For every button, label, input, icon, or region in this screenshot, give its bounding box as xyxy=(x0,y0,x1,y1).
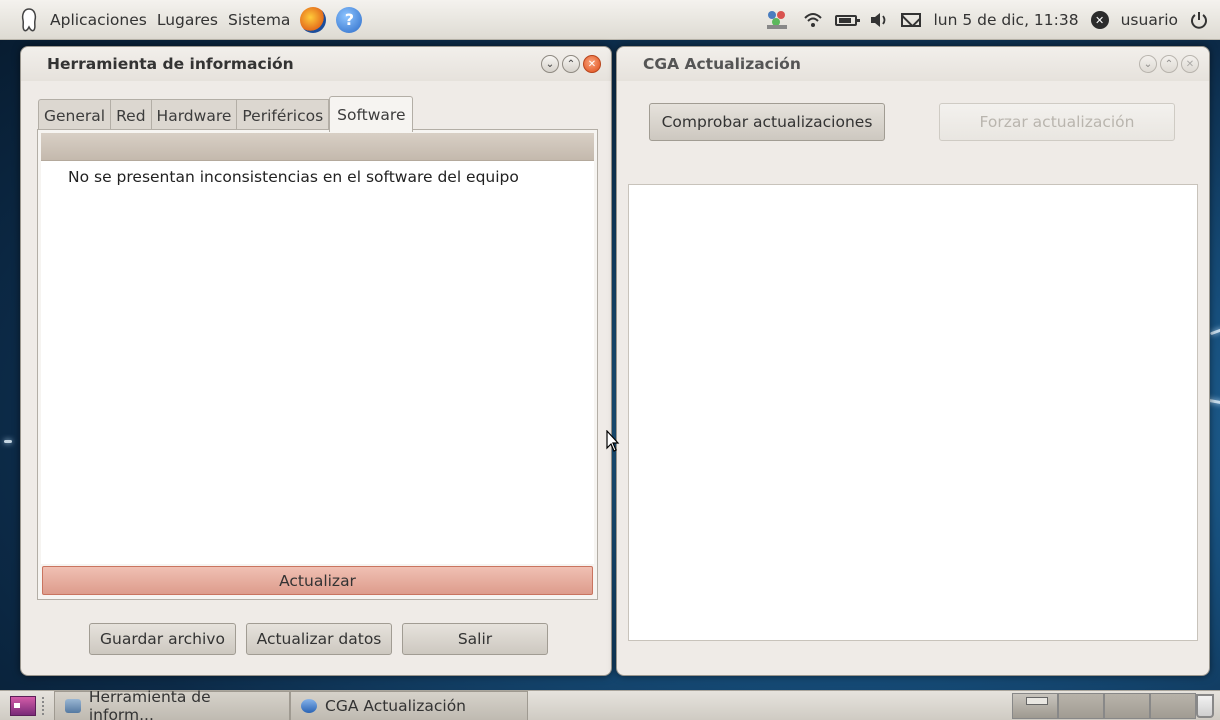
update-app-icon xyxy=(301,698,317,713)
taskbar-item-cga-update[interactable]: CGA Actualización xyxy=(290,690,528,720)
window-title: Herramienta de información xyxy=(47,55,294,73)
update-log-area[interactable] xyxy=(628,184,1198,641)
clock[interactable]: lun 5 de dic, 11:38 xyxy=(933,11,1078,29)
list-item: No se presentan inconsistencias en el so… xyxy=(68,168,519,186)
workspace-1[interactable] xyxy=(1012,693,1058,719)
task-label: Herramienta de inform... xyxy=(88,687,211,720)
task-label: CGA Actualización xyxy=(325,696,466,715)
minimize-button[interactable]: ⌄ xyxy=(541,55,559,73)
close-button[interactable]: ✕ xyxy=(1181,55,1199,73)
show-desktop-icon[interactable] xyxy=(10,695,36,716)
close-button[interactable]: ✕ xyxy=(583,55,601,73)
workspace-4[interactable] xyxy=(1150,693,1196,719)
tab-red[interactable]: Red xyxy=(111,99,152,131)
battery-icon[interactable] xyxy=(835,14,861,26)
workspace-switcher xyxy=(1012,693,1196,719)
workspace-3[interactable] xyxy=(1104,693,1150,719)
network-users-icon[interactable] xyxy=(763,9,791,31)
volume-icon[interactable] xyxy=(869,12,889,28)
minimize-button[interactable]: ⌄ xyxy=(1139,55,1157,73)
save-file-button[interactable]: Guardar archivo xyxy=(89,623,236,655)
app-window-icon xyxy=(65,698,81,713)
menu-lugares[interactable]: Lugares xyxy=(157,11,218,29)
top-panel: Aplicaciones Lugares Sistema ? lun 5 de … xyxy=(0,0,1220,40)
taskbar-item-info-tool[interactable]: Herramienta de inform... xyxy=(54,687,290,720)
menu-aplicaciones[interactable]: Aplicaciones xyxy=(50,11,147,29)
cga-update-window: CGA Actualización ⌄ ⌃ ✕ Comprobar actual… xyxy=(616,46,1210,676)
check-updates-button[interactable]: Comprobar actualizaciones xyxy=(649,103,885,141)
update-data-button[interactable]: Actualizar datos xyxy=(246,623,392,655)
software-tab-panel: No se presentan inconsistencias en el so… xyxy=(37,129,598,600)
mouse-cursor-icon xyxy=(606,430,620,452)
wallpaper-streak xyxy=(4,440,12,443)
panel-grip xyxy=(42,696,48,715)
exit-button[interactable]: Salir xyxy=(402,623,548,655)
workspace-2[interactable] xyxy=(1058,693,1104,719)
user-menu[interactable]: usuario xyxy=(1121,11,1178,29)
mail-icon[interactable] xyxy=(901,13,922,27)
gnome-foot-icon[interactable] xyxy=(18,7,40,33)
maximize-button[interactable]: ⌃ xyxy=(1160,55,1178,73)
window-title: CGA Actualización xyxy=(643,55,801,73)
firefox-icon[interactable] xyxy=(300,6,327,33)
tab-bar: General Red Hardware Periféricos Softwar… xyxy=(38,95,414,132)
info-tool-window: Herramienta de información ⌄ ⌃ ✕ General… xyxy=(20,46,612,676)
list-header xyxy=(41,133,594,161)
maximize-button[interactable]: ⌃ xyxy=(562,55,580,73)
help-icon[interactable]: ? xyxy=(336,6,363,33)
menu-sistema[interactable]: Sistema xyxy=(228,11,290,29)
bottom-panel: Herramienta de inform... CGA Actualizaci… xyxy=(0,687,1220,720)
wallpaper-streak xyxy=(1209,327,1220,336)
info-tool-titlebar[interactable]: Herramienta de información ⌄ ⌃ ✕ xyxy=(21,47,611,81)
trash-icon[interactable] xyxy=(1196,694,1214,718)
tab-general[interactable]: General xyxy=(38,99,112,131)
tab-software[interactable]: Software xyxy=(329,96,414,132)
force-update-button[interactable]: Forzar actualización xyxy=(939,103,1175,141)
power-icon[interactable] xyxy=(1190,11,1208,29)
tab-hardware[interactable]: Hardware xyxy=(151,99,238,131)
wifi-icon[interactable] xyxy=(803,11,823,29)
user-status-icon[interactable]: ✕ xyxy=(1090,11,1109,29)
tab-perifericos[interactable]: Periféricos xyxy=(237,99,330,131)
actualizar-button[interactable]: Actualizar xyxy=(42,566,593,595)
software-list[interactable]: No se presentan inconsistencias en el so… xyxy=(41,133,594,564)
cga-update-titlebar[interactable]: CGA Actualización ⌄ ⌃ ✕ xyxy=(617,47,1209,81)
